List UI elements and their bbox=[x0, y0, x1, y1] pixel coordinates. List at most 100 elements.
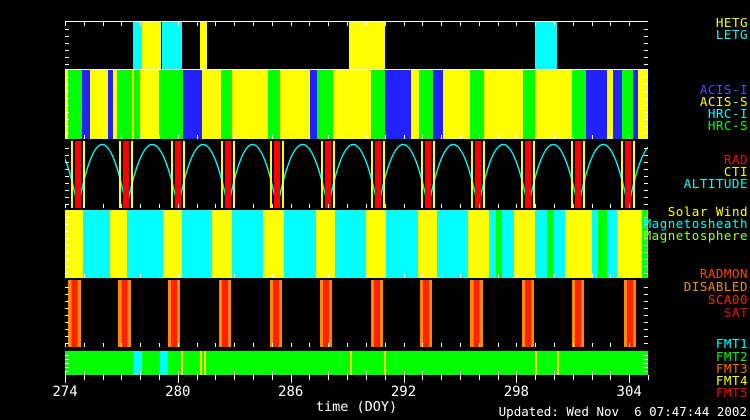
y-tick bbox=[65, 336, 69, 337]
axis-tick-label: 280 bbox=[165, 384, 190, 400]
radiation-zone-bar bbox=[572, 280, 584, 347]
segment-magnetosheath bbox=[607, 210, 617, 278]
day-tick bbox=[309, 135, 310, 139]
radiation-zone-bar bbox=[470, 280, 483, 347]
axis-minor-tick bbox=[121, 375, 122, 380]
axis-minor-tick bbox=[385, 375, 386, 380]
day-tick bbox=[385, 22, 386, 26]
day-tick bbox=[516, 135, 517, 139]
axis-major-tick bbox=[516, 375, 517, 383]
y-tick bbox=[65, 43, 69, 44]
perigee-cti-line bbox=[119, 141, 121, 208]
axis-minor-tick bbox=[441, 375, 442, 380]
segment-hrc-s bbox=[572, 70, 586, 139]
segment-hetg bbox=[349, 22, 385, 69]
radiation-zone-bar bbox=[371, 280, 383, 347]
segment-FMT2 bbox=[65, 351, 648, 375]
segment-magnetosheath bbox=[553, 210, 565, 278]
day-tick bbox=[347, 343, 348, 347]
day-tick bbox=[253, 204, 254, 208]
day-tick bbox=[404, 135, 405, 139]
perigee-rad-line bbox=[75, 141, 81, 208]
day-tick bbox=[441, 343, 442, 347]
series-label-fmt5: FMT5 bbox=[716, 385, 748, 400]
y-tick bbox=[644, 336, 648, 337]
day-tick bbox=[291, 135, 292, 139]
y-tick bbox=[65, 190, 69, 191]
perigee-cti-line bbox=[521, 141, 523, 208]
day-tick bbox=[309, 204, 310, 208]
day-tick bbox=[516, 204, 517, 208]
day-tick bbox=[159, 274, 160, 278]
day-tick bbox=[441, 204, 442, 208]
segment-acis-s bbox=[484, 70, 523, 139]
day-tick bbox=[573, 135, 574, 139]
perigee-cti-line bbox=[221, 141, 223, 208]
day-tick bbox=[573, 22, 574, 26]
y-tick bbox=[65, 266, 69, 267]
axis-minor-tick bbox=[554, 375, 555, 380]
y-tick bbox=[644, 29, 648, 30]
y-tick bbox=[644, 105, 648, 106]
y-tick bbox=[644, 162, 648, 163]
day-tick bbox=[140, 22, 141, 26]
band-orbit bbox=[65, 141, 648, 208]
y-tick bbox=[65, 176, 69, 177]
day-tick bbox=[103, 204, 104, 208]
day-tick bbox=[347, 274, 348, 278]
segment-acis-i bbox=[183, 70, 202, 139]
altitude-curve bbox=[65, 141, 648, 208]
segment-acis-s bbox=[90, 70, 108, 139]
day-tick bbox=[103, 135, 104, 139]
y-tick bbox=[65, 50, 69, 51]
perigee-cti-line bbox=[183, 141, 185, 208]
updated-timestamp: Updated: Wed Nov 6 07:47:44 2002 bbox=[499, 404, 747, 419]
day-tick bbox=[159, 204, 160, 208]
day-tick bbox=[479, 22, 480, 26]
segment-magnetosheath bbox=[127, 210, 163, 278]
y-tick bbox=[644, 355, 648, 356]
segment-acis-s bbox=[232, 70, 268, 139]
day-tick bbox=[404, 274, 405, 278]
perigee-cti-line bbox=[383, 141, 385, 208]
perigee-cti-line bbox=[333, 141, 335, 208]
segment-hetg bbox=[142, 22, 161, 69]
day-tick bbox=[573, 204, 574, 208]
day-tick bbox=[460, 135, 461, 139]
day-tick bbox=[629, 135, 630, 139]
day-tick bbox=[404, 22, 405, 26]
day-tick bbox=[385, 343, 386, 347]
day-tick bbox=[272, 204, 273, 208]
day-tick bbox=[291, 204, 292, 208]
day-tick bbox=[592, 204, 593, 208]
day-tick bbox=[479, 135, 480, 139]
day-tick bbox=[460, 343, 461, 347]
segment-acis-i bbox=[310, 70, 317, 139]
day-tick bbox=[366, 135, 367, 139]
day-tick bbox=[84, 274, 85, 278]
y-tick bbox=[644, 359, 648, 360]
day-tick bbox=[498, 274, 499, 278]
segment-magnetosheath bbox=[386, 210, 418, 278]
segment-hrc-s bbox=[159, 70, 183, 139]
day-tick bbox=[535, 204, 536, 208]
y-tick bbox=[644, 36, 648, 37]
segment-letg bbox=[535, 22, 557, 69]
axis-major-tick bbox=[629, 375, 630, 383]
day-tick bbox=[592, 343, 593, 347]
line-fmt4 bbox=[557, 351, 559, 375]
y-tick bbox=[65, 133, 69, 134]
y-tick bbox=[644, 43, 648, 44]
y-tick bbox=[644, 190, 648, 191]
day-tick bbox=[140, 204, 141, 208]
day-tick bbox=[121, 135, 122, 139]
y-tick bbox=[644, 315, 648, 316]
day-tick bbox=[140, 135, 141, 139]
day-tick bbox=[65, 22, 66, 26]
day-tick bbox=[498, 135, 499, 139]
y-tick bbox=[65, 217, 69, 218]
segment-hrc-s bbox=[317, 70, 333, 139]
axis-minor-tick bbox=[648, 375, 649, 380]
day-tick bbox=[554, 343, 555, 347]
day-tick bbox=[159, 135, 160, 139]
